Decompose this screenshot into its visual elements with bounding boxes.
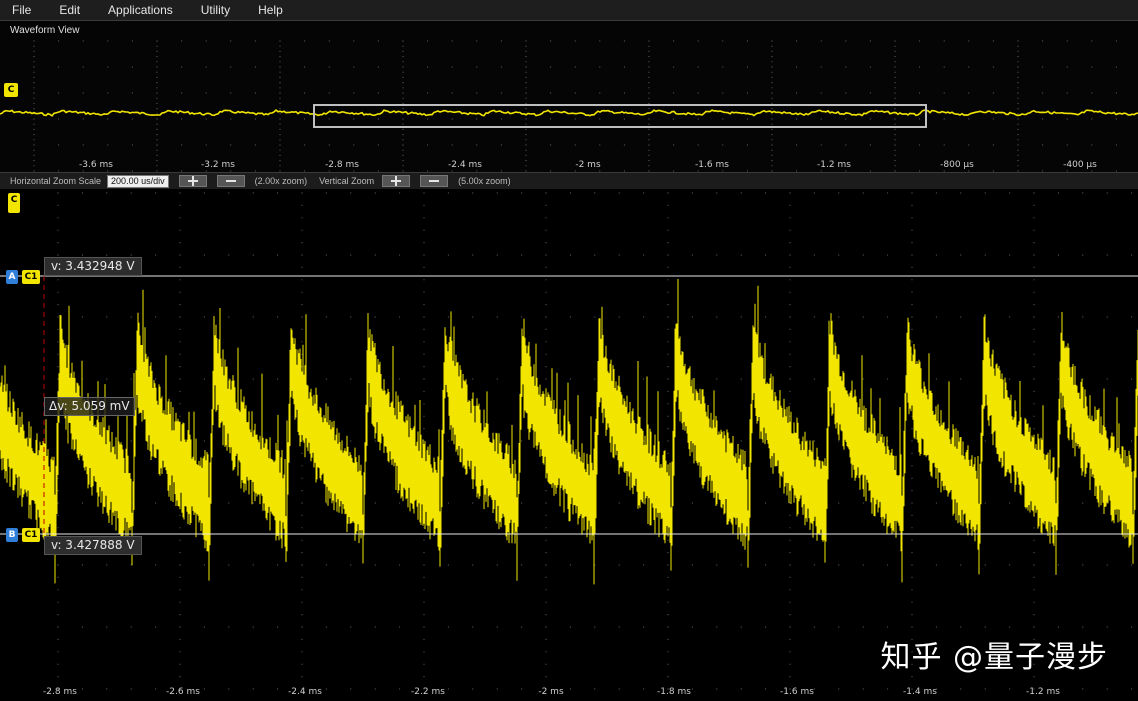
menu-utility[interactable]: Utility — [187, 0, 244, 20]
delta-v-readout: Δv: 5.059 mV — [44, 397, 135, 416]
overview-channel-badge[interactable]: C — [4, 83, 18, 97]
menu-bar: File Edit Applications Utility Help — [0, 0, 1138, 20]
menu-applications[interactable]: Applications — [94, 0, 187, 20]
overview-plot: -3.6 ms -3.2 ms -2.8 ms -2.4 ms -2 ms -1.6 ms… — [0, 40, 1138, 172]
vertical-zoom-factor: (5.00x zoom) — [458, 176, 511, 186]
zoom-tick-label: -2 ms — [538, 687, 564, 697]
overview-tick-label: -2.8 ms — [325, 160, 359, 170]
zoom-tick-label: -2.6 ms — [166, 687, 200, 697]
vertical-zoom-in-button[interactable] — [382, 175, 411, 187]
menu-file[interactable]: File — [0, 0, 45, 20]
overview-tick-label: -3.2 ms — [201, 160, 235, 170]
menu-edit[interactable]: Edit — [45, 0, 94, 20]
zoom-channel-badge[interactable]: C — [8, 193, 20, 213]
waveform-overview-panel[interactable]: Waveform View -3.6 ms -3.2 ms -2.8 ms -2.4 … — [0, 20, 1138, 173]
zoom-tick-label: -1.2 ms — [1026, 687, 1060, 697]
vertical-zoom-label: Vertical Zoom — [319, 176, 375, 186]
zoom-tick-label: -2.4 ms — [288, 687, 322, 697]
zoom-trace — [0, 279, 1138, 585]
overview-channel-letter: C — [7, 85, 15, 95]
zoom-tick-label: -2.8 ms — [43, 687, 77, 697]
cursor-b-readout: v: 3.427888 V — [44, 536, 142, 555]
cursor-b-badge[interactable]: B — [6, 528, 18, 542]
zoom-window-box[interactable] — [313, 104, 927, 128]
waveform-zoom-panel[interactable]: -2.8 ms -2.6 ms -2.4 ms -2.2 ms -2 ms -1.8 ms… — [0, 189, 1138, 701]
horizontal-zoom-factor: (2.00x zoom) — [254, 176, 308, 186]
overview-tick-label: -1.2 ms — [817, 160, 851, 170]
overview-tick-label: -2 ms — [575, 160, 601, 170]
zoom-tick-label: -1.6 ms — [780, 687, 814, 697]
cursor-a-channel-badge[interactable]: C1 — [22, 270, 40, 284]
cursor-a-readout: v: 3.432948 V — [44, 257, 142, 276]
watermark-text: 知乎 @量子漫步 — [880, 640, 1108, 675]
menu-help[interactable]: Help — [244, 0, 297, 20]
overview-tick-label: -800 µs — [940, 160, 974, 170]
overview-tick-label: -2.4 ms — [448, 160, 482, 170]
overview-tick-label: -400 µs — [1063, 160, 1097, 170]
zoom-channel-letter: C — [10, 195, 18, 205]
horizontal-zoom-in-button[interactable] — [178, 175, 207, 187]
horizontal-zoom-label: Horizontal Zoom Scale — [10, 176, 102, 186]
overview-tick-label: -3.6 ms — [79, 160, 113, 170]
zoom-tick-label: -1.4 ms — [903, 687, 937, 697]
cursor-b-channel-badge[interactable]: C1 — [22, 528, 40, 542]
zoom-tick-label: -1.8 ms — [657, 687, 691, 697]
vertical-zoom-out-button[interactable] — [420, 175, 449, 187]
zoom-plot: -2.8 ms -2.6 ms -2.4 ms -2.2 ms -2 ms -1.8 ms… — [0, 192, 1138, 697]
overview-trace — [0, 109, 1138, 117]
zoom-control-bar: Horizontal Zoom Scale 200.00 us/div (2.0… — [0, 172, 1138, 190]
zoom-tick-label: -2.2 ms — [411, 687, 445, 697]
horizontal-zoom-scale-input[interactable]: 200.00 us/div — [107, 174, 169, 188]
overview-tick-label: -1.6 ms — [695, 160, 729, 170]
horizontal-zoom-out-button[interactable] — [216, 175, 245, 187]
cursor-a-badge[interactable]: A — [6, 270, 18, 284]
